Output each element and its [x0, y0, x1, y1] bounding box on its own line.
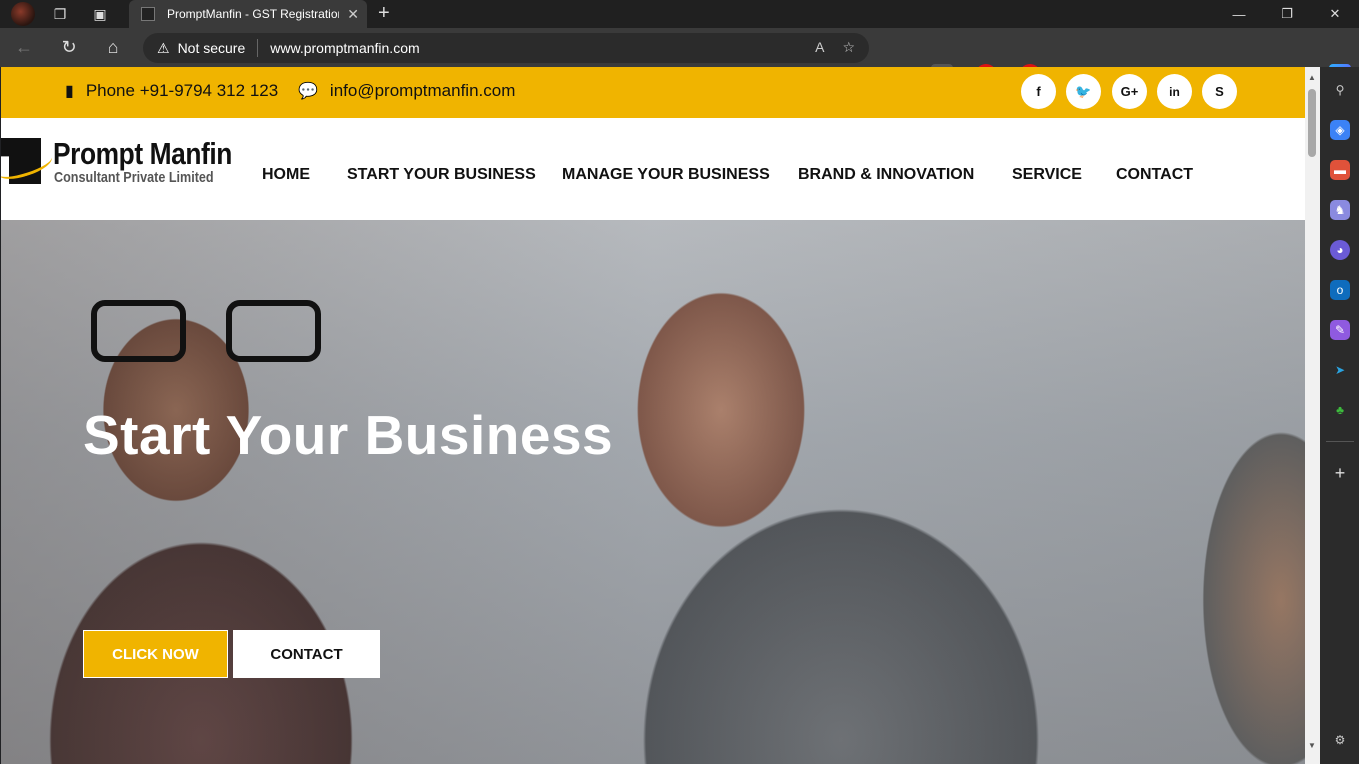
click-now-button[interactable]: CLICK NOW [83, 630, 228, 678]
scroll-up-icon[interactable]: ▲ [1308, 73, 1316, 82]
site-header: Prompt Manfin Consultant Private Limited… [1, 118, 1305, 220]
page-viewport: ▮ Phone +91-9794 312 123 💬 info@promptma… [1, 67, 1305, 764]
skype-icon[interactable]: S [1202, 74, 1237, 109]
new-tab-icon[interactable]: + [378, 2, 390, 25]
url-text[interactable]: www.promptmanfin.com [270, 40, 419, 56]
tree-icon[interactable]: ♣ [1330, 400, 1350, 420]
tools-icon[interactable]: ▬ [1330, 160, 1350, 180]
contact-bar: ▮ Phone +91-9794 312 123 💬 info@promptma… [1, 67, 1305, 118]
hero-banner: Start Your Business CLICK NOW CONTACT [1, 220, 1305, 764]
logo-name: Prompt Manfin [53, 136, 232, 171]
profile-avatar[interactable] [0, 0, 40, 28]
telegram-icon[interactable]: ➤ [1330, 360, 1350, 380]
email-contact[interactable]: 💬 info@promptmanfin.com [298, 81, 515, 101]
nav-service[interactable]: SERVICE [1012, 166, 1082, 184]
browser-toolbar: ← ↻ ⌂ ⚠ Not secure www.promptmanfin.com … [0, 28, 1359, 86]
refresh-icon[interactable]: ↻ [47, 28, 91, 67]
close-window-icon[interactable]: ✕ [1311, 0, 1359, 28]
twitter-icon[interactable]: 🐦 [1066, 74, 1101, 109]
nav-brand-innovation[interactable]: BRAND & INNOVATION [798, 166, 974, 184]
search-icon[interactable]: ⚲ [1330, 80, 1350, 100]
address-bar[interactable]: ⚠ Not secure www.promptmanfin.com A ☆ [143, 33, 869, 63]
address-separator [257, 39, 259, 57]
phone-icon: ▮ [65, 83, 74, 100]
google-plus-icon[interactable]: G+ [1112, 74, 1147, 109]
add-sidebar-icon[interactable]: + [1330, 463, 1350, 483]
copilot-sidebar-icon[interactable]: ◕ [1330, 240, 1350, 260]
tab-strip: ❐ ▣ PromptManfin - GST Registration ✕ + … [0, 0, 1359, 28]
nav-manage-your-business[interactable]: MANAGE YOUR BUSINESS [562, 166, 770, 184]
logo-subtitle: Consultant Private Limited [54, 169, 214, 186]
active-tab[interactable]: PromptManfin - GST Registration ✕ [129, 0, 367, 28]
chat-icon: 💬 [298, 83, 318, 100]
nav-start-your-business[interactable]: START YOUR BUSINESS [347, 166, 536, 184]
phone-text: Phone +91-9794 312 123 [85, 81, 279, 100]
hero-photo-glasses [91, 300, 326, 370]
read-aloud-icon[interactable]: A [815, 39, 824, 56]
scroll-down-icon[interactable]: ▼ [1308, 741, 1316, 750]
nav-home[interactable]: HOME [262, 166, 310, 184]
outlook-icon[interactable]: o [1330, 280, 1350, 300]
hero-title: Start Your Business [83, 404, 614, 466]
back-icon[interactable]: ← [2, 28, 46, 67]
linkedin-icon[interactable]: in [1157, 74, 1192, 109]
security-label[interactable]: Not secure [178, 40, 246, 56]
contact-button[interactable]: CONTACT [233, 630, 380, 678]
restore-icon[interactable]: ❐ [1263, 0, 1311, 28]
email-text: info@promptmanfin.com [329, 81, 516, 100]
home-icon[interactable]: ⌂ [91, 28, 135, 67]
nav-contact[interactable]: CONTACT [1116, 166, 1193, 184]
warning-icon: ⚠ [157, 39, 170, 56]
workspaces-icon[interactable]: ❐ [40, 0, 80, 28]
phone-contact[interactable]: ▮ Phone +91-9794 312 123 [65, 81, 278, 101]
site-logo[interactable]: Prompt Manfin Consultant Private Limited [1, 136, 232, 196]
tab-title: PromptManfin - GST Registration [167, 7, 340, 21]
close-tab-icon[interactable]: ✕ [347, 6, 359, 23]
designer-icon[interactable]: ✎ [1330, 320, 1350, 340]
window-controls: — ❐ ✕ [1215, 0, 1359, 28]
facebook-icon[interactable]: f [1021, 74, 1056, 109]
tab-actions-icon[interactable]: ▣ [80, 0, 120, 28]
games-icon[interactable]: ♞ [1330, 200, 1350, 220]
minimize-icon[interactable]: — [1215, 0, 1263, 28]
sidebar-settings-icon[interactable]: ⚙ [1330, 730, 1350, 750]
edge-sidebar: ⚲ ◈ ▬ ♞ ◕ o ✎ ➤ ♣ + ⚙ [1320, 67, 1359, 764]
shopping-tag-icon[interactable]: ◈ [1330, 120, 1350, 140]
sidebar-divider [1326, 441, 1354, 442]
favorite-star-icon[interactable]: ☆ [842, 39, 855, 56]
page-scrollbar[interactable]: ▲ ▼ [1305, 67, 1320, 764]
scrollbar-thumb[interactable] [1308, 89, 1316, 157]
site-favicon-icon [141, 7, 155, 21]
